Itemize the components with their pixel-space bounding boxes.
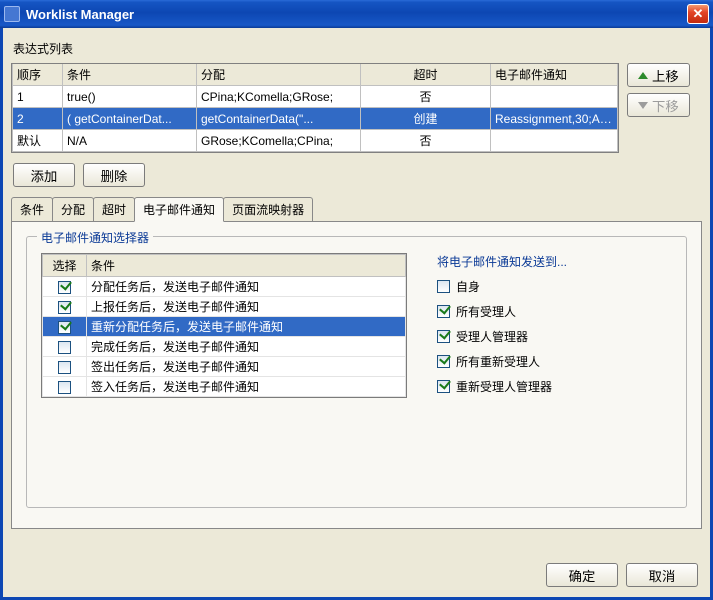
list-item[interactable]: 上报任务后，发送电子邮件通知 bbox=[43, 297, 406, 317]
cell-label: 签入任务后，发送电子邮件通知 bbox=[87, 377, 406, 397]
cell-label: 重新分配任务后，发送电子邮件通知 bbox=[87, 317, 406, 337]
tab-cond[interactable]: 条件 bbox=[11, 197, 53, 222]
move-down-button[interactable]: 下移 bbox=[627, 93, 690, 117]
checkbox-icon[interactable] bbox=[58, 361, 71, 374]
cell-seq: 2 bbox=[13, 108, 63, 130]
checkbox-icon[interactable] bbox=[58, 341, 71, 354]
ok-button[interactable]: 确定 bbox=[546, 563, 618, 587]
checkbox-icon[interactable] bbox=[437, 380, 450, 393]
checkbox-icon[interactable] bbox=[437, 355, 450, 368]
send-to-option[interactable]: 所有重新受理人 bbox=[437, 353, 567, 370]
checkbox-icon[interactable] bbox=[58, 301, 71, 314]
dialog-body: 表达式列表 顺序 条件 分配 超时 电子邮件通知 1true()CPina;KC… bbox=[0, 28, 713, 600]
cell-seq: 默认 bbox=[13, 130, 63, 152]
cell-assign: GRose;KComella;CPina; bbox=[197, 130, 361, 152]
col-seq[interactable]: 顺序 bbox=[13, 64, 63, 86]
option-label: 自身 bbox=[456, 278, 480, 295]
cell-cond: true() bbox=[63, 86, 197, 108]
cell-label: 分配任务后，发送电子邮件通知 bbox=[87, 277, 406, 297]
cell-assign: getContainerData("... bbox=[197, 108, 361, 130]
send-to-option[interactable]: 所有受理人 bbox=[437, 303, 567, 320]
add-button[interactable]: 添加 bbox=[13, 163, 75, 187]
cell-timeout: 创建 bbox=[361, 108, 491, 130]
option-label: 重新受理人管理器 bbox=[456, 378, 552, 395]
cell-checkbox[interactable] bbox=[43, 377, 87, 397]
checkbox-icon[interactable] bbox=[58, 381, 71, 394]
cell-checkbox[interactable] bbox=[43, 357, 87, 377]
col-timeout[interactable]: 超时 bbox=[361, 64, 491, 86]
cell-assign: CPina;KComella;GRose; bbox=[197, 86, 361, 108]
col-assign[interactable]: 分配 bbox=[197, 64, 361, 86]
cell-checkbox[interactable] bbox=[43, 317, 87, 337]
selector-table[interactable]: 选择 条件 分配任务后，发送电子邮件通知上报任务后，发送电子邮件通知重新分配任务… bbox=[41, 253, 407, 398]
col-email[interactable]: 电子邮件通知 bbox=[491, 64, 618, 86]
table-row[interactable]: 默认N/AGRose;KComella;CPina;否 bbox=[13, 130, 618, 152]
fieldset-legend: 电子邮件通知选择器 bbox=[37, 229, 153, 246]
send-to-option[interactable]: 自身 bbox=[437, 278, 567, 295]
cell-email: Reassignment,30;As... bbox=[491, 108, 618, 130]
checkbox-icon[interactable] bbox=[437, 280, 450, 293]
arrow-up-icon bbox=[638, 72, 648, 79]
tab-reflect[interactable]: 页面流映射器 bbox=[223, 197, 313, 222]
close-button[interactable]: ✕ bbox=[687, 4, 709, 24]
table-row[interactable]: 2( getContainerDat...getContainerData(".… bbox=[13, 108, 618, 130]
move-up-label: 上移 bbox=[652, 66, 679, 85]
delete-button[interactable]: 删除 bbox=[83, 163, 145, 187]
move-up-button[interactable]: 上移 bbox=[627, 63, 690, 87]
col-select[interactable]: 选择 bbox=[43, 255, 87, 277]
cell-checkbox[interactable] bbox=[43, 297, 87, 317]
tabs: 条件分配超时电子邮件通知页面流映射器 电子邮件通知选择器 选择 条件 bbox=[11, 197, 702, 529]
table-row[interactable]: 1true()CPina;KComella;GRose;否 bbox=[13, 86, 618, 108]
col-select-cond[interactable]: 条件 bbox=[87, 255, 406, 277]
checkbox-icon[interactable] bbox=[58, 321, 71, 334]
send-to-option[interactable]: 重新受理人管理器 bbox=[437, 378, 567, 395]
tab-email[interactable]: 电子邮件通知 bbox=[134, 197, 224, 222]
send-to-option[interactable]: 受理人管理器 bbox=[437, 328, 567, 345]
title-bar: Worklist Manager ✕ bbox=[0, 0, 713, 28]
tab-assign[interactable]: 分配 bbox=[52, 197, 94, 222]
arrow-down-icon bbox=[638, 102, 648, 109]
list-item[interactable]: 签入任务后，发送电子邮件通知 bbox=[43, 377, 406, 397]
list-item[interactable]: 签出任务后，发送电子邮件通知 bbox=[43, 357, 406, 377]
expression-list-label: 表达式列表 bbox=[13, 40, 700, 57]
list-item[interactable]: 重新分配任务后，发送电子邮件通知 bbox=[43, 317, 406, 337]
cell-label: 签出任务后，发送电子邮件通知 bbox=[87, 357, 406, 377]
checkbox-icon[interactable] bbox=[437, 330, 450, 343]
cell-cond: ( getContainerDat... bbox=[63, 108, 197, 130]
option-label: 所有重新受理人 bbox=[456, 353, 540, 370]
tab-body-email: 电子邮件通知选择器 选择 条件 分配任务后，发送电子邮件通知上报任务后，发送 bbox=[11, 221, 702, 529]
list-item[interactable]: 完成任务后，发送电子邮件通知 bbox=[43, 337, 406, 357]
cell-email bbox=[491, 130, 618, 152]
cell-label: 完成任务后，发送电子邮件通知 bbox=[87, 337, 406, 357]
option-label: 所有受理人 bbox=[456, 303, 516, 320]
cell-timeout: 否 bbox=[361, 130, 491, 152]
cell-checkbox[interactable] bbox=[43, 277, 87, 297]
checkbox-icon[interactable] bbox=[437, 305, 450, 318]
send-to-group: 将电子邮件通知发送到... 自身所有受理人受理人管理器所有重新受理人重新受理人管… bbox=[437, 253, 567, 403]
checkbox-icon[interactable] bbox=[58, 281, 71, 294]
app-icon bbox=[4, 6, 20, 22]
cell-seq: 1 bbox=[13, 86, 63, 108]
email-selector-fieldset: 电子邮件通知选择器 选择 条件 分配任务后，发送电子邮件通知上报任务后，发送 bbox=[26, 236, 687, 508]
cell-cond: N/A bbox=[63, 130, 197, 152]
expression-table[interactable]: 顺序 条件 分配 超时 电子邮件通知 1true()CPina;KComella… bbox=[11, 63, 619, 153]
option-label: 受理人管理器 bbox=[456, 328, 528, 345]
cancel-button[interactable]: 取消 bbox=[626, 563, 698, 587]
move-down-label: 下移 bbox=[652, 96, 679, 115]
table-header-row: 顺序 条件 分配 超时 电子邮件通知 bbox=[13, 64, 618, 86]
col-cond[interactable]: 条件 bbox=[63, 64, 197, 86]
cell-checkbox[interactable] bbox=[43, 337, 87, 357]
tab-timeout[interactable]: 超时 bbox=[93, 197, 135, 222]
send-to-title: 将电子邮件通知发送到... bbox=[437, 253, 567, 270]
list-item[interactable]: 分配任务后，发送电子邮件通知 bbox=[43, 277, 406, 297]
cell-timeout: 否 bbox=[361, 86, 491, 108]
cell-label: 上报任务后，发送电子邮件通知 bbox=[87, 297, 406, 317]
window-title: Worklist Manager bbox=[26, 7, 134, 22]
cell-email bbox=[491, 86, 618, 108]
